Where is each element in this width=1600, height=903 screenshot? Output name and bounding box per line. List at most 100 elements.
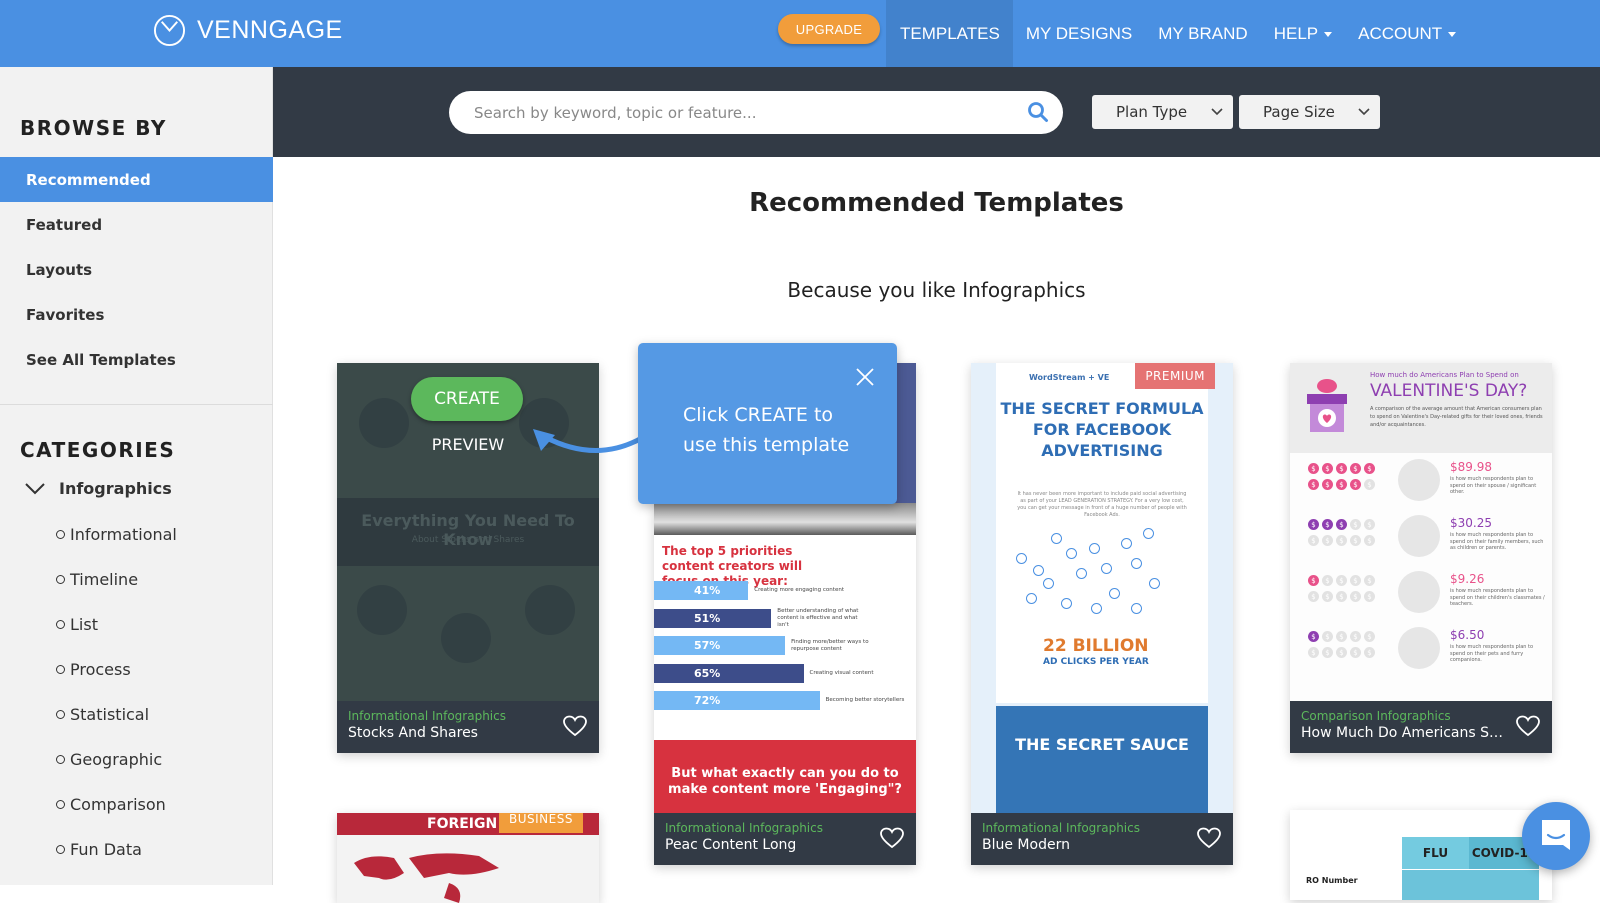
map-pin-icon xyxy=(1091,603,1102,614)
category-infographics[interactable]: Infographics xyxy=(25,479,172,498)
dollar-icon: $ xyxy=(1336,631,1347,642)
subcategory-statistical[interactable]: Statistical xyxy=(56,705,149,724)
heart-icon[interactable] xyxy=(1516,715,1540,737)
preview-bar-row: 51% Better understanding of what content … xyxy=(654,608,858,628)
subcategory-list[interactable]: List xyxy=(56,615,98,634)
preview-table-body xyxy=(1402,870,1539,900)
search-box[interactable] xyxy=(449,91,1063,134)
amount-value: $30.25 xyxy=(1450,516,1492,530)
dollar-icon: $ xyxy=(1322,631,1333,642)
heart-icon[interactable] xyxy=(880,827,904,849)
circle-bullet-icon xyxy=(56,575,65,584)
nav-my-brand[interactable]: MY BRAND xyxy=(1145,0,1260,67)
sidebar-item-featured[interactable]: Featured xyxy=(0,202,273,247)
amount-description: is how much respondents plan to spend on… xyxy=(1450,644,1534,663)
nav-account[interactable]: ACCOUNT xyxy=(1345,0,1469,67)
illustration-avatar xyxy=(1398,515,1440,557)
preview-subtitle: About Stocks and Shares xyxy=(411,535,525,545)
nav-help[interactable]: HELP xyxy=(1261,0,1345,67)
preview-bar: 72% xyxy=(654,691,820,710)
preview-mountain-image xyxy=(654,503,916,535)
dollar-icon: $ xyxy=(1350,479,1361,490)
browse-by-heading: BROWSE BY xyxy=(20,116,167,140)
illustration-avatar xyxy=(1398,571,1440,613)
chevron-down-icon xyxy=(1358,108,1370,116)
map-pin-icon xyxy=(1109,588,1120,599)
nav-my-designs[interactable]: MY DESIGNS xyxy=(1013,0,1145,67)
card-category[interactable]: Comparison Infographics xyxy=(1301,709,1541,723)
subcategory-comparison[interactable]: Comparison xyxy=(56,795,166,814)
sidebar-item-see-all-templates[interactable]: See All Templates xyxy=(0,337,273,382)
preview-brand: WordStream + VE xyxy=(1029,373,1110,382)
illustration-avatar xyxy=(1398,627,1440,669)
page-size-dropdown[interactable]: Page Size xyxy=(1239,95,1380,129)
dollar-icon: $ xyxy=(1350,591,1361,602)
dollar-icon: $ xyxy=(1322,479,1333,490)
card-category[interactable]: Informational Infographics xyxy=(348,709,588,723)
categories-heading: CATEGORIES xyxy=(20,438,176,462)
plan-type-dropdown[interactable]: Plan Type xyxy=(1092,95,1233,129)
preview-bar-label: Creating visual content xyxy=(809,669,874,676)
subcategory-geographic[interactable]: Geographic xyxy=(56,750,162,769)
subcategory-fun-data[interactable]: Fun Data xyxy=(56,840,142,859)
card-category[interactable]: Informational Infographics xyxy=(665,821,905,835)
circle-bullet-icon xyxy=(56,845,65,854)
dollar-icon: $ xyxy=(1322,575,1333,586)
upgrade-button[interactable]: UPGRADE xyxy=(778,14,880,44)
sidebar-item-favorites[interactable]: Favorites xyxy=(0,292,273,337)
nav-templates[interactable]: TEMPLATES xyxy=(886,0,1013,67)
card-category[interactable]: Informational Infographics xyxy=(982,821,1222,835)
map-pin-icon xyxy=(1131,603,1142,614)
dollar-icon: $ xyxy=(1308,591,1319,602)
create-button[interactable]: CREATE xyxy=(411,377,523,421)
tooltip-line-2: use this template xyxy=(683,434,850,456)
dollar-icon: $ xyxy=(1308,519,1319,530)
venngage-logo[interactable]: VENNGAGE xyxy=(153,14,343,47)
circle-bullet-icon xyxy=(56,665,65,674)
amount-description: is how much respondents plan to spend on… xyxy=(1450,588,1545,607)
nav-help-label: HELP xyxy=(1273,23,1319,43)
sidebar: BROWSE BY Recommended Featured Layouts F… xyxy=(0,67,273,885)
template-card-flu-vs-covid[interactable]: FLU COVID-19 RO Number xyxy=(1290,810,1552,900)
template-card-foreign-oil[interactable]: FOREIGN OI BUSINESS xyxy=(337,813,599,903)
heart-icon[interactable] xyxy=(1197,827,1221,849)
preview-question: How much do Americans Plan to Spend on xyxy=(1370,371,1519,379)
template-card-stocks-and-shares[interactable]: Everything You Need To Know About Stocks… xyxy=(337,363,599,753)
subcategory-label: Comparison xyxy=(70,795,166,814)
close-icon[interactable] xyxy=(855,367,875,387)
preview-description: A comparison of the average amount that … xyxy=(1370,406,1543,428)
search-icon[interactable] xyxy=(1027,101,1049,123)
preview-title: VALENTINE'S DAY? xyxy=(1370,381,1528,401)
chat-launcher-button[interactable] xyxy=(1522,802,1590,870)
sidebar-item-recommended[interactable]: Recommended xyxy=(0,157,273,202)
weight-icon xyxy=(441,613,491,663)
map-pin-icon xyxy=(1061,598,1072,609)
dollar-icon: $ xyxy=(1322,647,1333,658)
circle-bullet-icon xyxy=(56,755,65,764)
preview-col-flu: FLU xyxy=(1402,837,1469,869)
sidebar-item-layouts[interactable]: Layouts xyxy=(0,247,273,292)
dollar-icon: $ xyxy=(1364,519,1375,530)
plan-type-label: Plan Type xyxy=(1116,103,1188,121)
preview-bar-label: Finding more/better ways to repurpose co… xyxy=(791,638,869,652)
dollar-icon: $ xyxy=(1336,591,1347,602)
subcategory-process[interactable]: Process xyxy=(56,660,131,679)
amount-description: is how much respondents plan to spend on… xyxy=(1450,476,1537,495)
heart-icon[interactable] xyxy=(563,715,587,737)
card-footer: Informational Infographics Peac Content … xyxy=(654,813,916,865)
map-pin-icon xyxy=(1089,543,1100,554)
map-pin-icon xyxy=(1076,568,1087,579)
category-infographics-label: Infographics xyxy=(59,479,172,498)
template-card-blue-modern[interactable]: WordStream + VE THE SECRET FORMULA FOR F… xyxy=(971,363,1233,865)
card-name: Stocks And Shares xyxy=(348,725,478,741)
subcategory-timeline[interactable]: Timeline xyxy=(56,570,138,589)
search-input[interactable] xyxy=(474,103,1014,122)
template-card-valentines-day[interactable]: How much do Americans Plan to Spend on V… xyxy=(1290,363,1552,753)
nav-my-designs-label: MY DESIGNS xyxy=(1025,23,1133,43)
circle-bullet-icon xyxy=(56,530,65,539)
preview-bar-row: 57% Finding more/better ways to repurpose… xyxy=(654,636,869,655)
subcategory-label: Process xyxy=(70,660,131,679)
subcategory-informational[interactable]: Informational xyxy=(56,525,177,544)
caret-down-icon xyxy=(1448,32,1457,37)
main-nav: TEMPLATES MY DESIGNS MY BRAND HELP ACCOU… xyxy=(886,0,1469,67)
